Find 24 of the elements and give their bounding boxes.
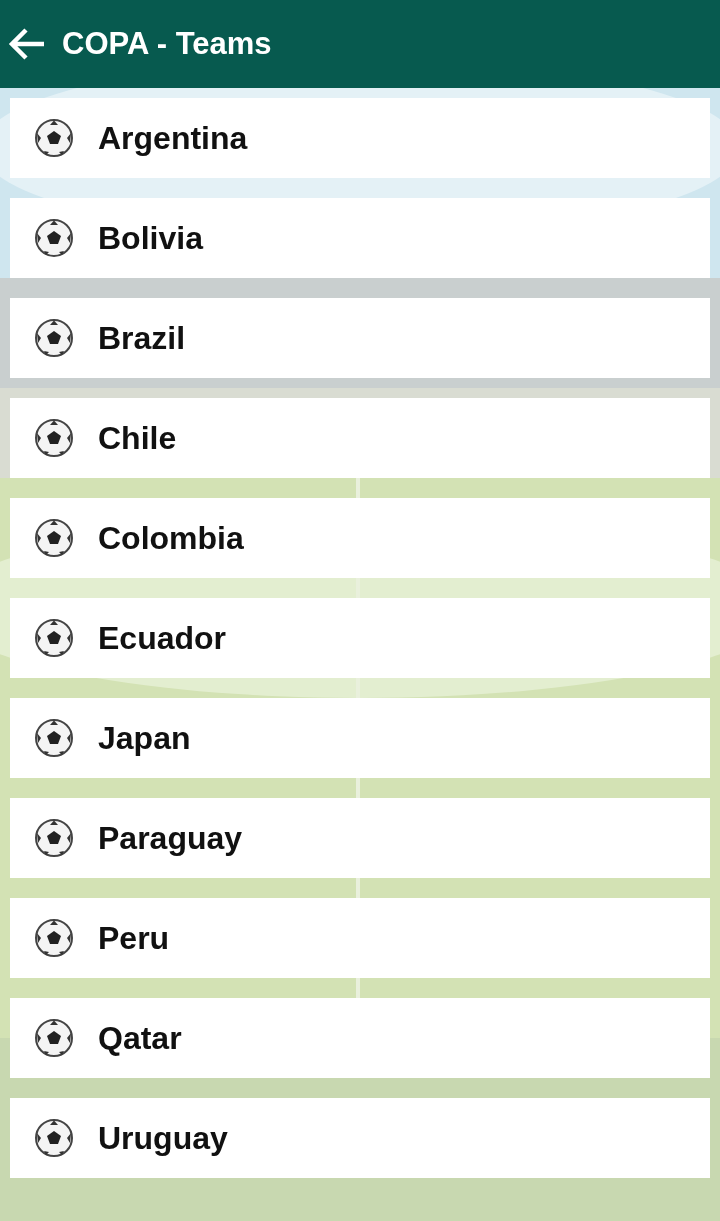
- team-list-item[interactable]: Chile: [10, 398, 710, 478]
- team-list-item[interactable]: Japan: [10, 698, 710, 778]
- soccer-ball-icon: [34, 518, 74, 558]
- soccer-ball-icon: [34, 118, 74, 158]
- soccer-ball-icon: [34, 318, 74, 358]
- team-list-item[interactable]: Peru: [10, 898, 710, 978]
- soccer-ball-icon: [34, 1118, 74, 1158]
- team-list-item[interactable]: Paraguay: [10, 798, 710, 878]
- back-icon[interactable]: [8, 27, 46, 61]
- team-list-item[interactable]: Bolivia: [10, 198, 710, 278]
- soccer-ball-icon: [34, 1018, 74, 1058]
- team-list-item[interactable]: Argentina: [10, 98, 710, 178]
- soccer-ball-icon: [34, 818, 74, 858]
- team-list-item[interactable]: Brazil: [10, 298, 710, 378]
- soccer-ball-icon: [34, 218, 74, 258]
- soccer-ball-icon: [34, 418, 74, 458]
- team-list-item[interactable]: Ecuador: [10, 598, 710, 678]
- soccer-ball-icon: [34, 918, 74, 958]
- soccer-ball-icon: [34, 618, 74, 658]
- soccer-ball-icon: [34, 718, 74, 758]
- team-list-item[interactable]: Qatar: [10, 998, 710, 1078]
- team-list-item[interactable]: Uruguay: [10, 1098, 710, 1178]
- screen-title: COPA - Teams: [62, 24, 272, 63]
- team-list-item[interactable]: Colombia: [10, 498, 710, 578]
